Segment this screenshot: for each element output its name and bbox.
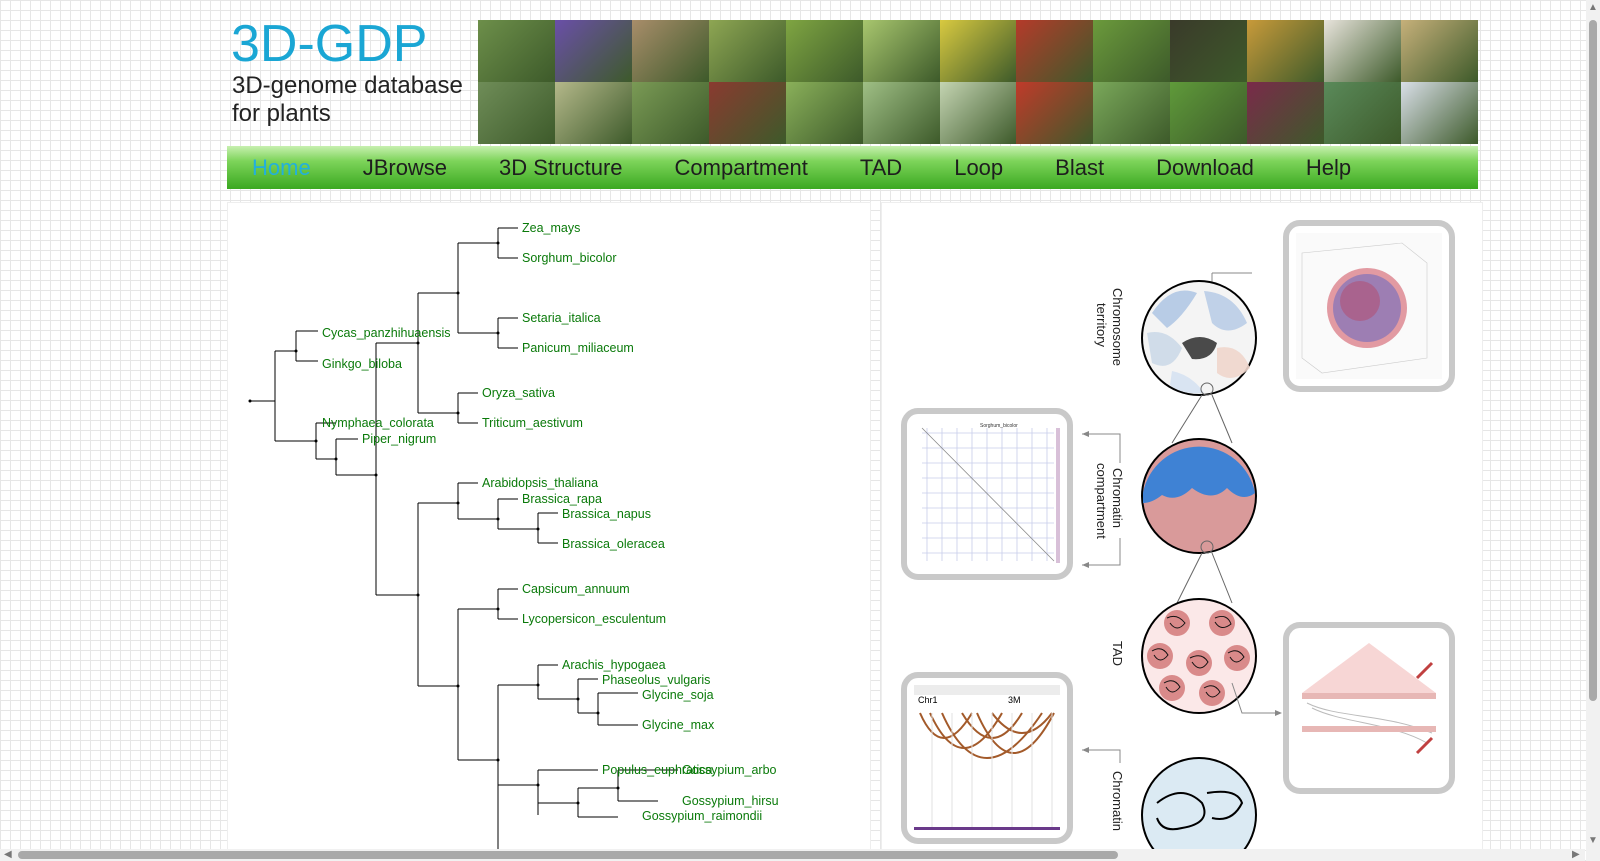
crop-photo-tile (631, 20, 709, 82)
tree-label-phaseolus-vulgaris[interactable]: Phaseolus_vulgaris (602, 673, 710, 687)
nav-jbrowse[interactable]: JBrowse (363, 155, 447, 181)
crop-photo-tile (554, 20, 632, 82)
tree-label-setaria-italica[interactable]: Setaria_italica (522, 311, 601, 325)
crop-photo-tile (1247, 82, 1325, 144)
species-tree-panel: Zea_mays Sorghum_bicolor Setaria_italica… (227, 202, 871, 850)
label-chromatin-2: Chromatin (1110, 771, 1125, 831)
tree-label-triticum-aestivum[interactable]: Triticum_aestivum (482, 416, 583, 430)
horizontal-scrollbar[interactable]: ◀ ▶ (0, 849, 1585, 861)
loop-thumbnail[interactable]: Chr1 3M (901, 672, 1073, 844)
label-chromatin-1: Chromatin (1110, 468, 1125, 528)
compartment-thumbnail[interactable]: Sorghum_bicolor (901, 408, 1073, 580)
crop-photo-tile (478, 20, 555, 82)
tree-label-glycine-soja[interactable]: Glycine_soja (642, 688, 714, 702)
tree-label-ginkgo-biloba[interactable]: Ginkgo_biloba (322, 357, 402, 371)
tad-thumbnail[interactable] (1283, 622, 1455, 794)
label-compartment: compartment (1094, 463, 1109, 539)
crop-photo-tile (1401, 82, 1478, 144)
label-tad: TAD (1110, 641, 1125, 666)
tree-label-brassica-oleracea[interactable]: Brassica_oleracea (562, 537, 665, 551)
tree-label-sorghum-bicolor[interactable]: Sorghum_bicolor (522, 251, 617, 265)
tree-label-piper-nigrum[interactable]: Piper_nigrum (362, 432, 436, 446)
nav-home[interactable]: Home (252, 155, 311, 181)
site-subtitle: 3D-genome database for plants (232, 72, 463, 127)
species-tree: Zea_mays Sorghum_bicolor Setaria_italica… (248, 221, 779, 849)
tree-label-arabidopsis-thaliana[interactable]: Arabidopsis_thaliana (482, 476, 598, 490)
loop-thumb-left: Chr1 (918, 695, 938, 705)
crop-photo-tile (708, 20, 786, 82)
crop-photo-tile (631, 82, 709, 144)
crop-photo-tile (1247, 20, 1325, 82)
crop-photo-tile (1324, 20, 1402, 82)
crop-photo-tile (785, 82, 863, 144)
crop-photo-tile (708, 82, 786, 144)
crop-photo-tile (478, 82, 555, 144)
genome-hierarchy-panel: Chromosome territory Sorghum_bicolor Chr… (881, 202, 1483, 850)
scroll-down-arrow-icon[interactable]: ▼ (1588, 836, 1598, 846)
crop-photo-tile (554, 82, 632, 144)
nav-loop[interactable]: Loop (954, 155, 1003, 181)
tad-circle (1141, 598, 1257, 714)
nav-download[interactable]: Download (1156, 155, 1254, 181)
label-territory: territory (1094, 303, 1109, 348)
structure-thumbnail[interactable] (1283, 220, 1455, 392)
crop-photo-tile (1324, 82, 1402, 144)
scroll-right-arrow-icon[interactable]: ▶ (1572, 850, 1580, 860)
banner-photo-grid (478, 20, 1478, 144)
tree-label-brassica-rapa[interactable]: Brassica_rapa (522, 492, 602, 506)
vertical-scrollbar[interactable]: ▲ ▼ (1586, 0, 1600, 861)
crop-photo-tile (939, 20, 1017, 82)
crop-photo-tile (785, 20, 863, 82)
crop-photo-tile (1016, 20, 1094, 82)
tree-label-panicum-miliaceum[interactable]: Panicum_miliaceum (522, 341, 634, 355)
crop-photo-tile (1170, 82, 1248, 144)
tree-label-brassica-napus[interactable]: Brassica_napus (562, 507, 651, 521)
tree-label-zea-mays[interactable]: Zea_mays (522, 221, 580, 235)
crop-photo-tile (939, 82, 1017, 144)
chromatin-loop-circle (1141, 757, 1257, 849)
chromatin-compartment-circle (1141, 438, 1257, 554)
tree-label-cycas-panzhihuaensis[interactable]: Cycas_panzhihuaensis (322, 326, 451, 340)
nav-tad[interactable]: TAD (860, 155, 902, 181)
vertical-scroll-thumb[interactable] (1589, 20, 1597, 701)
tree-label-capsicum-annuum[interactable]: Capsicum_annuum (522, 582, 630, 596)
nav-3d-structure[interactable]: 3D Structure (499, 155, 623, 181)
tree-label-gossypium-arbo[interactable]: Gossypium_arbo (682, 763, 777, 777)
tree-label-glycine-max[interactable]: Glycine_max (642, 718, 715, 732)
scroll-left-arrow-icon[interactable]: ◀ (4, 850, 12, 860)
loop-thumb-right: 3M (1008, 695, 1021, 705)
chromosome-territory-circle (1141, 280, 1257, 396)
nav-help[interactable]: Help (1306, 155, 1351, 181)
label-chromosome: Chromosome (1110, 288, 1125, 366)
crop-photo-tile (1093, 20, 1171, 82)
tree-labels: Zea_mays Sorghum_bicolor Setaria_italica… (322, 221, 779, 823)
tree-label-lycopersicon-esculentum[interactable]: Lycopersicon_esculentum (522, 612, 666, 626)
main-nav: Home JBrowse 3D Structure Compartment TA… (227, 146, 1478, 189)
compartment-thumb-title: Sorghum_bicolor (980, 423, 1018, 429)
crop-photo-tile (1093, 82, 1171, 144)
tree-label-oryza-sativa[interactable]: Oryza_sativa (482, 386, 555, 400)
tree-label-gossypium-hirsu[interactable]: Gossypium_hirsu (682, 794, 779, 808)
tree-label-nymphaea-colorata[interactable]: Nymphaea_colorata (322, 416, 434, 430)
genome-hierarchy-diagram: Chromosome territory Sorghum_bicolor Chr… (901, 220, 1455, 849)
crop-photo-tile (1170, 20, 1248, 82)
nav-blast[interactable]: Blast (1055, 155, 1104, 181)
tree-label-gossypium-raimondii[interactable]: Gossypium_raimondii (642, 809, 762, 823)
crop-photo-tile (862, 82, 940, 144)
site-title: 3D-GDP (231, 15, 428, 73)
crop-photo-tile (1401, 20, 1478, 82)
nav-compartment[interactable]: Compartment (675, 155, 808, 181)
crop-photo-tile (862, 20, 940, 82)
tree-label-arachis-hypogaea[interactable]: Arachis_hypogaea (562, 658, 666, 672)
scroll-up-arrow-icon[interactable]: ▲ (1588, 3, 1598, 13)
horizontal-scroll-thumb[interactable] (18, 851, 1118, 859)
crop-photo-tile (1016, 82, 1094, 144)
